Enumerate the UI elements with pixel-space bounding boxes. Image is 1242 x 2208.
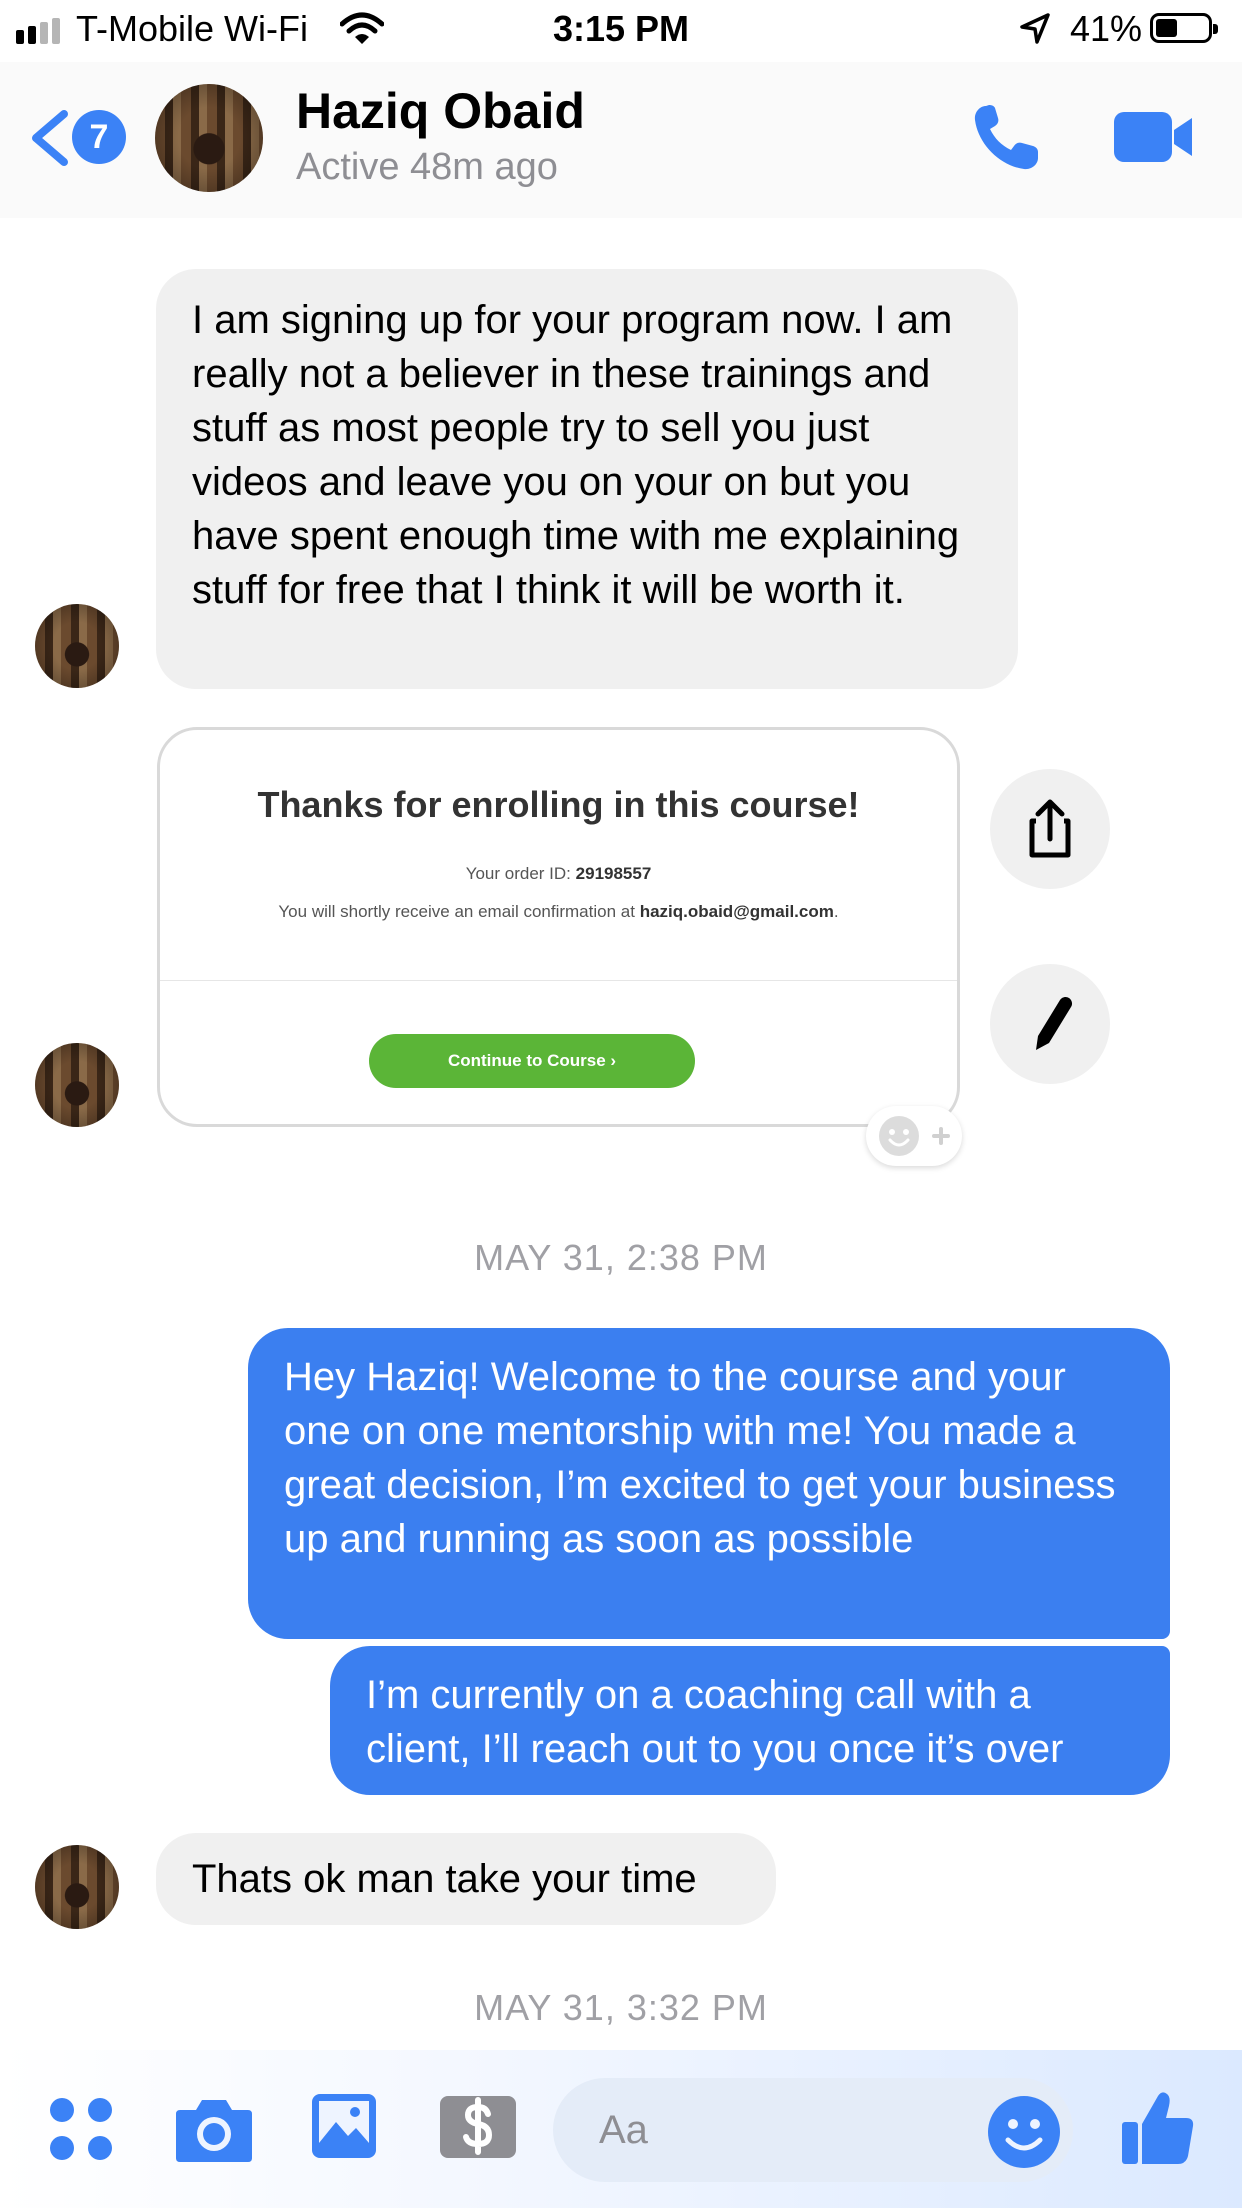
camera-icon[interactable] <box>174 2094 254 2164</box>
status-bar: T-Mobile Wi-Fi 3:15 PM 41% <box>0 0 1242 62</box>
card-title: Thanks for enrolling in this course! <box>257 784 860 825</box>
incoming-message[interactable]: Thats ok man take your time <box>156 1833 776 1925</box>
order-id-line: Your order ID: 29198557 <box>465 864 652 883</box>
emoji-icon[interactable] <box>986 2094 1062 2170</box>
clock: 3:15 PM <box>552 8 690 49</box>
pencil-icon <box>1036 996 1073 1050</box>
back-chevron-icon[interactable] <box>26 108 72 168</box>
battery-percentage: 41% <box>1070 8 1143 49</box>
sender-avatar <box>35 604 119 688</box>
shared-image-message[interactable]: Thanks for enrolling in this course! You… <box>157 727 960 1127</box>
message-timestamp: MAY 31, 2:38 PM <box>474 1237 768 1278</box>
edit-image-button[interactable] <box>990 964 1110 1084</box>
thumbs-up-icon[interactable] <box>1120 2088 1196 2168</box>
message-text: Thats ok man take your time <box>192 1857 697 1901</box>
add-reaction-button[interactable] <box>866 1106 962 1166</box>
message-text: Hey Haziq! Welcome to the course and you… <box>284 1355 1116 1561</box>
outgoing-message[interactable]: Hey Haziq! Welcome to the course and you… <box>248 1328 1170 1639</box>
email-confirmation-line: You will shortly receive an email confir… <box>278 902 839 921</box>
conversation-header: 7 Haziq Obaid Active 48m ago <box>0 62 1242 218</box>
continue-to-course-button: Continue to Course › <box>369 1034 695 1088</box>
contact-active-status: Active 48m ago <box>296 146 558 188</box>
message-input-placeholder: Aa <box>599 2108 648 2152</box>
payment-icon[interactable] <box>438 2094 518 2160</box>
contact-avatar[interactable] <box>155 84 263 192</box>
contact-name[interactable]: Haziq Obaid <box>296 82 585 140</box>
share-button[interactable] <box>990 769 1110 889</box>
location-arrow-icon <box>1020 13 1050 44</box>
share-icon <box>1029 799 1071 858</box>
battery-icon <box>1150 13 1218 43</box>
sender-avatar <box>35 1043 119 1127</box>
unread-count-badge[interactable]: 7 <box>72 110 126 164</box>
video-camera-icon[interactable] <box>1112 110 1196 164</box>
photo-icon[interactable] <box>310 2092 378 2160</box>
order-id: 29198557 <box>575 864 652 883</box>
card-divider <box>160 980 957 981</box>
phone-icon[interactable] <box>968 100 1044 176</box>
outgoing-message[interactable]: I’m currently on a coaching call with a … <box>330 1646 1170 1795</box>
sender-avatar <box>35 1845 119 1929</box>
message-composer: Aa <box>0 2050 1242 2208</box>
apps-icon[interactable] <box>48 2096 114 2162</box>
message-timestamp: MAY 31, 3:32 PM <box>474 1987 768 2028</box>
message-text: I’m currently on a coaching call with a … <box>366 1673 1064 1771</box>
emoji-add-icon <box>879 1116 950 1156</box>
message-text: I am signing up for your program now. I … <box>192 298 960 612</box>
incoming-message[interactable]: I am signing up for your program now. I … <box>156 269 1018 689</box>
email-address: haziq.obaid@gmail.com <box>639 902 834 921</box>
